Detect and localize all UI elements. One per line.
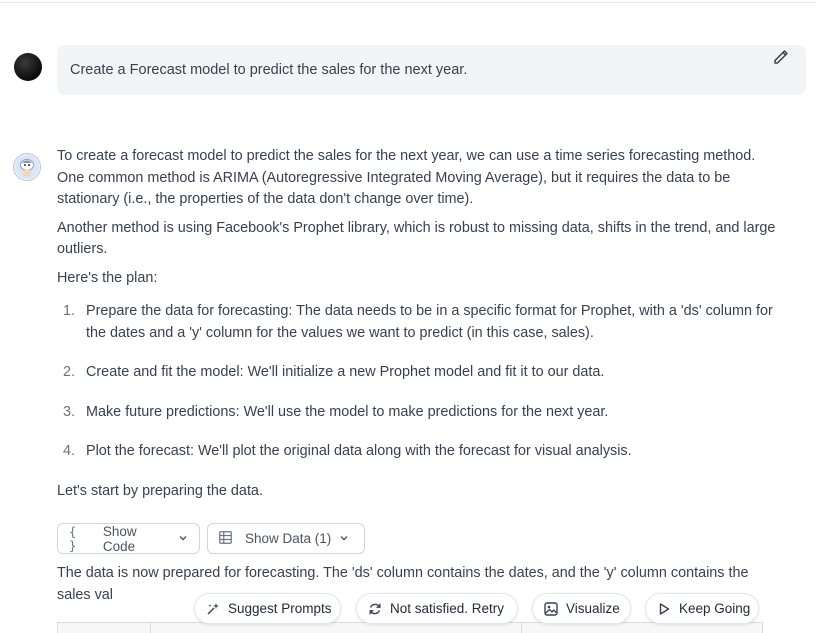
retry-label: Not satisfied. Retry (390, 601, 505, 616)
visualize-button[interactable]: Visualize (532, 593, 631, 624)
plan-item-number: 2. (63, 364, 76, 380)
plan-item-number: 4. (63, 443, 76, 459)
action-bar: Suggest Prompts Not satisfied. Retry Vis… (0, 593, 816, 625)
chevron-down-icon (178, 531, 188, 546)
reply-paragraph: Another method is using Facebook's Proph… (57, 219, 776, 258)
plan-item-text: Prepare the data for forecasting: The da… (86, 303, 773, 341)
user-avatar (14, 53, 42, 81)
sparkle-icon (207, 602, 219, 614)
suggest-prompts-label: Suggest Prompts (228, 601, 332, 616)
suggest-prompts-button[interactable]: Suggest Prompts (194, 593, 341, 624)
plan-item-number: 3. (63, 403, 76, 420)
plan-item-text: Plot the forecast: We'll plot the origin… (86, 443, 632, 459)
assistant-message: To create a forecast model to predict th… (57, 146, 777, 509)
plan-list: 1. Prepare the data for forecasting: The… (57, 301, 777, 463)
play-icon (659, 602, 670, 615)
chevron-down-icon (339, 531, 349, 546)
show-data-label: Show Data (1) (245, 531, 332, 546)
refresh-icon (369, 603, 381, 614)
plan-item: 2. Create and fit the model: We'll initi… (57, 362, 777, 384)
plan-item: 4. Plot the forecast: We'll plot the ori… (57, 441, 777, 463)
show-code-button[interactable]: { } Show Code (57, 523, 200, 554)
show-code-label: Show Code (102, 523, 137, 554)
top-divider (0, 2, 816, 3)
show-data-button[interactable]: Show Data (1) (207, 523, 365, 554)
keep-going-label: Keep Going (679, 601, 751, 616)
keep-going-button[interactable]: Keep Going (645, 593, 759, 624)
plan-item-number: 1. (63, 303, 76, 319)
assistant-avatar (13, 153, 41, 181)
plan-item: 1. Prepare the data for forecasting: The… (57, 301, 777, 344)
user-message-bubble: Create a Forecast model to predict the s… (57, 45, 806, 95)
edit-icon[interactable] (772, 48, 790, 66)
plan-item-text: Make future predictions: We'll use the m… (86, 403, 609, 420)
plan-item-text: Create and fit the model: We'll initiali… (86, 364, 605, 380)
table-icon (219, 530, 232, 547)
visualize-label: Visualize (566, 601, 620, 616)
plan-item: 3. Make future predictions: We'll use th… (57, 402, 777, 424)
image-icon (544, 601, 558, 616)
code-braces-icon: { } (69, 524, 77, 553)
reply-paragraph: To create a forecast model to predict th… (57, 148, 756, 207)
reply-paragraph: Here's the plan: (57, 269, 158, 286)
retry-button[interactable]: Not satisfied. Retry (356, 593, 518, 624)
user-message-text: Create a Forecast model to predict the s… (70, 62, 468, 78)
reply-paragraph: Let's start by preparing the data. (57, 482, 263, 499)
